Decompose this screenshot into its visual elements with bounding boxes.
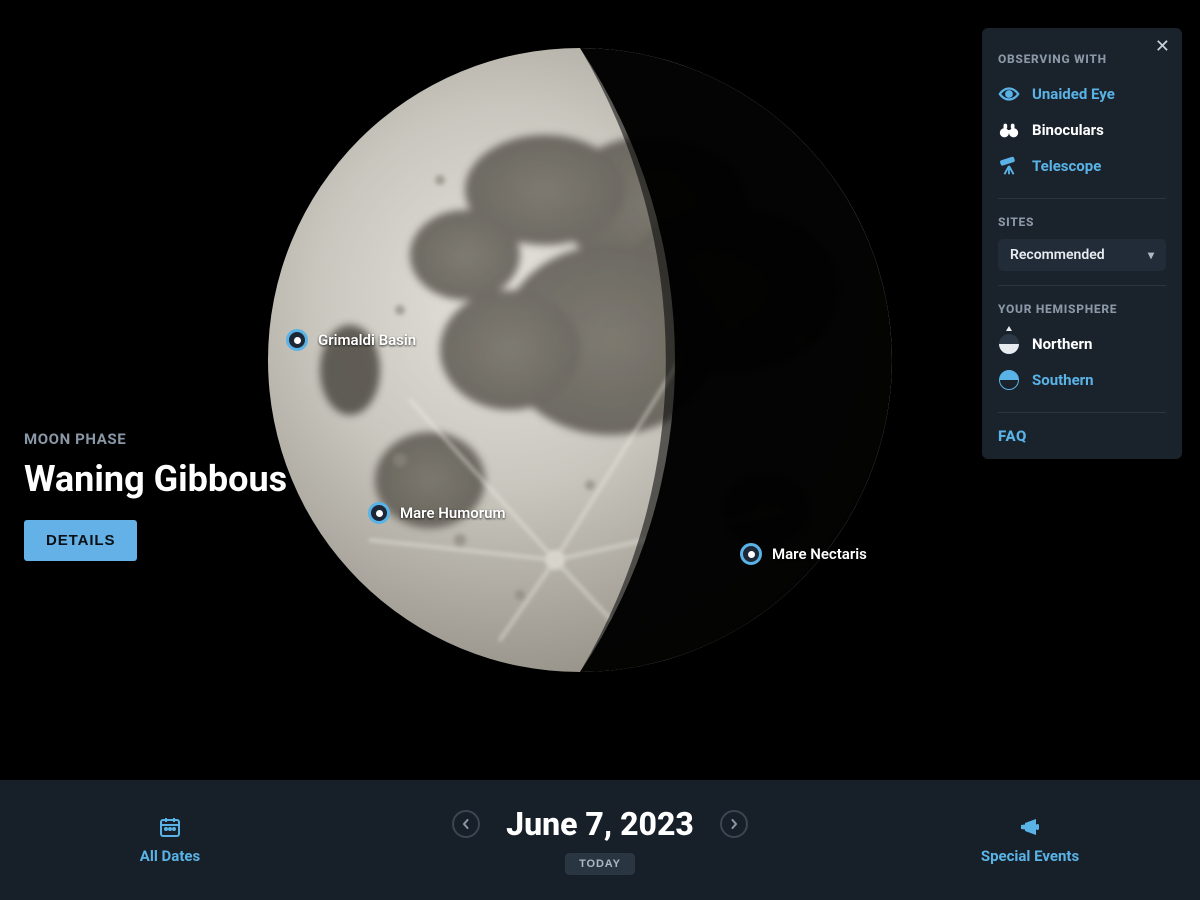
calendar-icon [158, 815, 182, 839]
details-button[interactable]: DETAILS [24, 520, 137, 561]
phase-info: MOON PHASE Waning Gibbous DETAILS [24, 430, 287, 561]
next-date-button[interactable] [720, 810, 748, 838]
special-events-button[interactable]: Special Events [860, 815, 1200, 865]
sites-select[interactable]: Recommended ▾ [998, 239, 1166, 271]
moon-marker[interactable]: Mare Nectaris [740, 543, 867, 565]
observing-heading: OBSERVING WITH [998, 52, 1166, 66]
observing-option-label: Unaided Eye [1032, 85, 1115, 103]
bottom-bar: All Dates June 7, 2023 TODAY Special Eve… [0, 780, 1200, 900]
observing-option-telescope[interactable]: Telescope [998, 148, 1166, 184]
moon-marker[interactable]: Grimaldi Basin [286, 329, 416, 351]
telescope-icon [998, 155, 1020, 177]
close-icon[interactable]: ✕ [1155, 38, 1170, 56]
hemisphere-south-icon [998, 369, 1020, 391]
faq-link[interactable]: FAQ [998, 427, 1166, 445]
divider [998, 285, 1166, 286]
hemisphere-option-label: Northern [1032, 335, 1092, 353]
current-date: June 7, 2023 [506, 805, 694, 843]
marker-label: Mare Nectaris [772, 545, 867, 563]
observing-option-label: Binoculars [1032, 121, 1104, 139]
chevron-left-icon [461, 819, 471, 829]
binoculars-icon [998, 119, 1020, 141]
special-events-label: Special Events [981, 847, 1079, 865]
moon-image [260, 40, 900, 680]
hemisphere-option-label: Southern [1032, 371, 1094, 389]
marker-ring-icon [286, 329, 308, 351]
hemisphere-option-southern[interactable]: Southern [998, 362, 1166, 398]
hemisphere-heading: YOUR HEMISPHERE [998, 302, 1166, 316]
hemisphere-north-icon [998, 333, 1020, 355]
phase-label: MOON PHASE [24, 430, 287, 448]
eye-icon [998, 83, 1020, 105]
moon-svg [260, 40, 900, 680]
chevron-right-icon [729, 819, 739, 829]
divider [998, 412, 1166, 413]
sites-select-value: Recommended [1010, 247, 1105, 263]
all-dates-label: All Dates [140, 847, 200, 865]
observing-option-binoculars[interactable]: Binoculars [998, 112, 1166, 148]
megaphone-icon [1018, 815, 1042, 839]
options-panel: ✕ OBSERVING WITH Unaided Eye Binoculars [982, 28, 1182, 459]
marker-ring-icon [368, 502, 390, 524]
sites-heading: SITES [998, 215, 1166, 229]
all-dates-button[interactable]: All Dates [0, 815, 340, 865]
chevron-down-icon: ▾ [1148, 248, 1154, 262]
prev-date-button[interactable] [452, 810, 480, 838]
marker-label: Grimaldi Basin [318, 331, 416, 349]
date-nav: June 7, 2023 TODAY [340, 805, 860, 875]
marker-label: Mare Humorum [400, 504, 506, 522]
phase-name: Waning Gibbous [24, 458, 287, 500]
divider [998, 198, 1166, 199]
today-button[interactable]: TODAY [565, 853, 635, 875]
observing-option-unaided-eye[interactable]: Unaided Eye [998, 76, 1166, 112]
hemisphere-option-northern[interactable]: Northern [998, 326, 1166, 362]
marker-ring-icon [740, 543, 762, 565]
moon-marker[interactable]: Mare Humorum [368, 502, 506, 524]
observing-option-label: Telescope [1032, 157, 1101, 175]
